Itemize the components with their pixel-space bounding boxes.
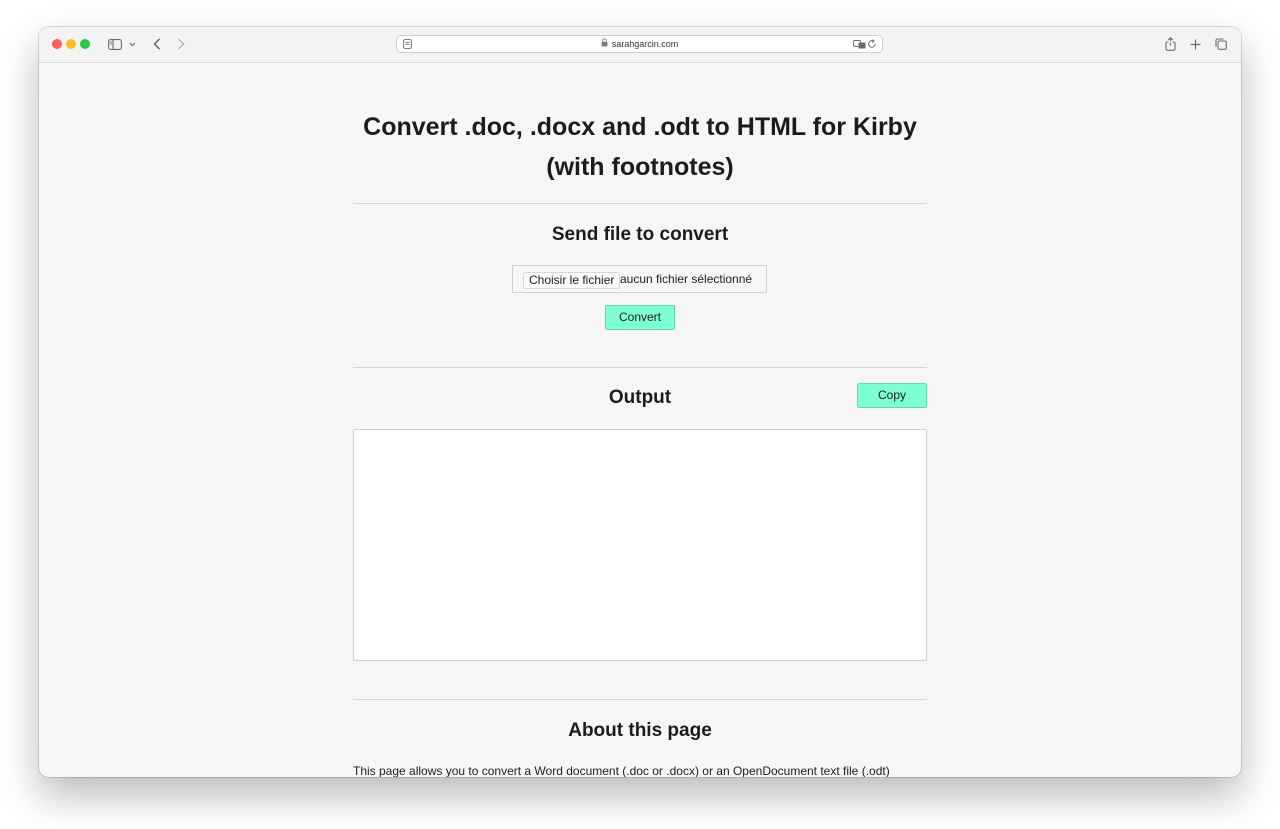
close-window-button[interactable] — [52, 39, 62, 49]
divider — [353, 367, 927, 368]
divider — [353, 699, 927, 700]
address-bar[interactable]: sarahgarcin.com — [396, 35, 883, 53]
chevron-right-icon[interactable] — [175, 35, 187, 53]
reload-icon[interactable] — [866, 38, 878, 50]
about-text: This page allows you to convert a Word d… — [353, 764, 890, 777]
output-textarea[interactable] — [353, 429, 927, 661]
plus-icon[interactable] — [1188, 35, 1202, 53]
share-icon[interactable] — [1163, 35, 1177, 53]
tabs-overview-icon[interactable] — [1214, 35, 1228, 53]
browser-window: sarahgarcin.com Convert .doc, .docx and … — [39, 27, 1241, 777]
output-heading: Output — [608, 387, 672, 408]
lock-icon — [601, 36, 608, 52]
divider — [353, 203, 927, 204]
file-status-text: aucun fichier sélectionné — [620, 272, 753, 286]
copy-button[interactable]: Copy — [857, 383, 927, 408]
page-title: Convert .doc, .docx and .odt to HTML for… — [363, 113, 917, 181]
choose-file-button[interactable]: Choisir le fichier — [523, 272, 621, 289]
convert-button[interactable]: Convert — [605, 305, 675, 330]
translate-icon[interactable] — [852, 38, 866, 50]
send-file-heading: Send file to convert — [551, 224, 729, 245]
about-heading: About this page — [568, 720, 712, 741]
page-content: Convert .doc, .docx and .odt to HTML for… — [39, 63, 1241, 777]
chevron-left-icon[interactable] — [151, 35, 163, 53]
zoom-window-button[interactable] — [80, 39, 90, 49]
sidebar-icon[interactable] — [107, 35, 123, 53]
minimize-window-button[interactable] — [66, 39, 76, 49]
url-text: sarahgarcin.com — [611, 39, 679, 49]
file-input[interactable]: Choisir le fichier aucun fichier sélecti… — [512, 265, 767, 293]
chevron-down-icon[interactable] — [127, 35, 137, 53]
browser-toolbar: sarahgarcin.com — [39, 27, 1241, 63]
